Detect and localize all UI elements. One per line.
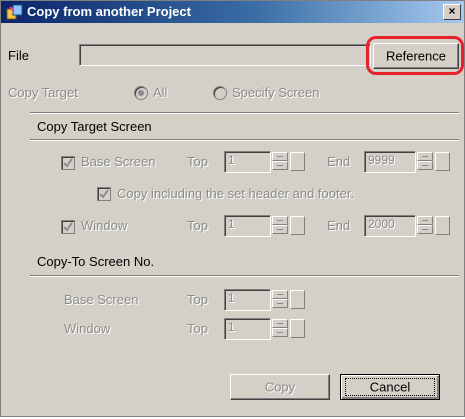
checkmark-icon xyxy=(99,189,109,199)
base-top-keypad-icon[interactable] xyxy=(290,152,305,171)
window-end-input[interactable]: 2000 xyxy=(364,215,416,237)
spin-down-icon[interactable] xyxy=(272,299,288,308)
copy-to-base-spinner[interactable] xyxy=(272,290,288,308)
checkmark-icon xyxy=(63,158,73,168)
spin-down-icon[interactable] xyxy=(417,161,433,170)
copy-to-window-top-input[interactable]: 1 xyxy=(224,318,271,340)
radio-dot-icon xyxy=(138,90,144,96)
title-bar[interactable]: Copy from another Project × xyxy=(1,1,464,23)
checkmark-icon xyxy=(63,222,73,232)
copy-target-label: Copy Target xyxy=(8,85,78,100)
spin-up-icon[interactable] xyxy=(272,216,288,225)
file-label: File xyxy=(8,48,29,63)
base-top-spinner[interactable] xyxy=(272,152,288,170)
separator xyxy=(30,275,459,277)
spin-up-icon[interactable] xyxy=(417,216,433,225)
base-top-input[interactable]: 1 xyxy=(224,151,271,173)
close-button[interactable]: × xyxy=(443,4,461,20)
radio-specify-label: Specify Screen xyxy=(232,85,320,100)
copy-to-window-top-label: Top xyxy=(187,321,208,336)
base-end-spinner[interactable] xyxy=(417,152,433,170)
separator xyxy=(30,139,459,141)
base-top-value: 1 xyxy=(228,153,235,167)
spin-up-icon[interactable] xyxy=(417,152,433,161)
window-checkbox[interactable] xyxy=(61,220,75,234)
copy-to-window-label: Window xyxy=(64,321,111,336)
radio-all[interactable] xyxy=(134,86,148,100)
spin-down-icon[interactable] xyxy=(272,328,288,337)
cancel-button[interactable]: Cancel xyxy=(340,374,440,400)
window-top-spinner[interactable] xyxy=(272,216,288,234)
copy-from-project-dialog: Copy from another Project × File Referen… xyxy=(0,0,465,417)
radio-all-label: All xyxy=(153,85,168,100)
file-path-input[interactable] xyxy=(79,44,371,66)
radio-specify-screen[interactable] xyxy=(213,86,227,100)
base-top-label: Top xyxy=(187,154,208,169)
window-end-keypad-icon[interactable] xyxy=(435,216,450,235)
copy-to-base-top-input[interactable]: 1 xyxy=(224,289,271,311)
base-screen-label: Base Screen xyxy=(81,154,156,169)
spin-up-icon[interactable] xyxy=(272,290,288,299)
window-end-value: 2000 xyxy=(368,217,395,231)
spin-down-icon[interactable] xyxy=(272,161,288,170)
window-title: Copy from another Project xyxy=(27,4,191,19)
window-top-value: 1 xyxy=(228,217,235,231)
separator xyxy=(30,112,459,114)
copy-to-window-top-value: 1 xyxy=(228,320,235,334)
spin-up-icon[interactable] xyxy=(272,319,288,328)
copy-to-base-top-value: 1 xyxy=(228,291,235,305)
base-end-label: End xyxy=(327,154,351,169)
annotation-highlight xyxy=(366,36,464,75)
copy-target-screen-heading: Copy Target Screen xyxy=(37,119,152,134)
window-top-label: Top xyxy=(187,218,208,233)
base-end-value: 9999 xyxy=(368,153,395,167)
include-header-label: Copy including the set header and footer… xyxy=(117,186,355,201)
window-end-spinner[interactable] xyxy=(417,216,433,234)
copy-button[interactable]: Copy xyxy=(230,374,330,400)
base-screen-checkbox[interactable] xyxy=(61,156,75,170)
cancel-button-label: Cancel xyxy=(369,379,411,395)
copy-to-base-top-label: Top xyxy=(187,292,208,307)
spin-down-icon[interactable] xyxy=(417,225,433,234)
window-top-keypad-icon[interactable] xyxy=(290,216,305,235)
copy-to-heading: Copy-To Screen No. xyxy=(37,254,155,269)
copy-to-window-spinner[interactable] xyxy=(272,319,288,337)
base-end-input[interactable]: 9999 xyxy=(364,151,416,173)
include-header-checkbox[interactable] xyxy=(97,187,111,201)
copy-to-base-label: Base Screen xyxy=(64,292,139,307)
base-end-keypad-icon[interactable] xyxy=(435,152,450,171)
copy-project-icon xyxy=(6,4,24,20)
window-label: Window xyxy=(81,218,128,233)
copy-to-window-keypad-icon[interactable] xyxy=(290,319,305,338)
copy-button-label: Copy xyxy=(264,379,296,395)
spin-up-icon[interactable] xyxy=(272,152,288,161)
window-end-label: End xyxy=(327,218,351,233)
window-top-input[interactable]: 1 xyxy=(224,215,271,237)
copy-to-base-keypad-icon[interactable] xyxy=(290,290,305,309)
spin-down-icon[interactable] xyxy=(272,225,288,234)
